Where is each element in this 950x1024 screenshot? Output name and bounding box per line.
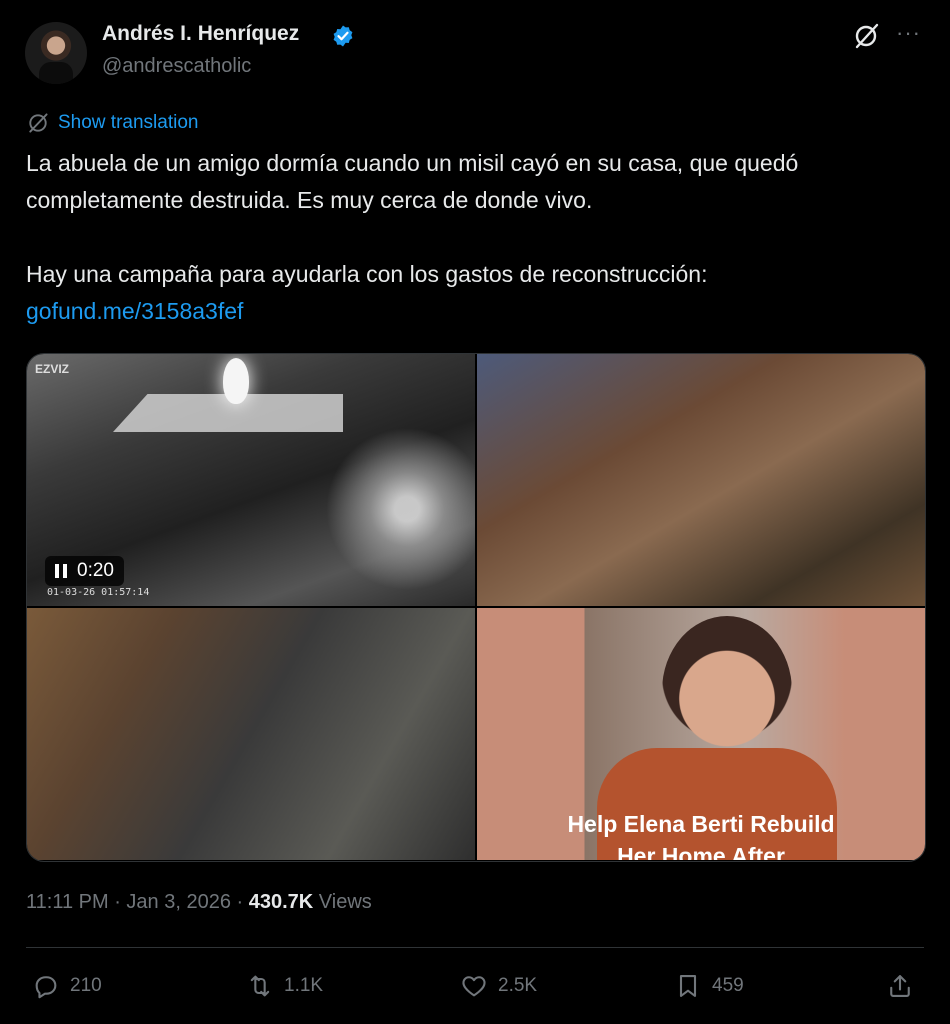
grok-icon[interactable]: [852, 22, 880, 50]
bookmark-count: 459: [712, 975, 744, 996]
media-grid: EZVIZ 0:20 01-03-26 01:57:14 Help Elena …: [26, 353, 926, 862]
more-options-icon[interactable]: ···: [896, 20, 921, 46]
verified-badge-icon: [333, 25, 353, 47]
tweet-paragraph-1: La abuela de un amigo dormía cuando un m…: [26, 150, 799, 213]
show-translation-button[interactable]: Show translation: [26, 111, 198, 135]
reply-count: 210: [70, 975, 102, 996]
bookmark-button[interactable]: 459: [674, 972, 744, 1000]
light-bulb-image: [223, 358, 249, 404]
share-icon: [890, 975, 910, 997]
video-time: 0:20: [77, 560, 114, 581]
divider: [26, 947, 924, 948]
reply-icon: [35, 976, 57, 999]
fundraiser-caption-line-2: Her Home After: [617, 843, 785, 860]
tweet-text: La abuela de un amigo dormía cuando un m…: [26, 145, 906, 330]
camera-timestamp: 01-03-26 01:57:14: [47, 587, 150, 598]
views-count: 430.7K: [248, 891, 314, 913]
show-translation-label: Show translation: [58, 112, 199, 133]
bookmark-icon: [679, 975, 697, 997]
repost-count: 1.1K: [284, 975, 324, 996]
repost-button[interactable]: 1.1K: [246, 972, 323, 1000]
tweet-date[interactable]: Jan 3, 2026: [126, 891, 231, 913]
translate-icon: [29, 113, 48, 133]
pause-icon[interactable]: [55, 564, 67, 578]
damaged-living-room-photo[interactable]: [477, 354, 925, 606]
tweet-time[interactable]: 11:11 PM: [26, 891, 109, 913]
repost-icon: [250, 975, 270, 997]
tweet-meta: 11:11 PM · Jan 3, 2026 · 430.7K Views: [26, 891, 372, 913]
fundraiser-link[interactable]: gofund.me/3158a3fef: [26, 298, 243, 324]
fundraiser-preview-photo[interactable]: Help Elena Berti Rebuild Her Home After: [477, 608, 925, 860]
views-label: Views: [318, 891, 372, 913]
damaged-floor-photo[interactable]: [27, 608, 475, 860]
share-button[interactable]: [886, 972, 914, 1000]
fundraiser-caption: Help Elena Berti Rebuild Her Home After: [477, 808, 925, 860]
avatar[interactable]: [25, 22, 87, 84]
like-button[interactable]: 2.5K: [460, 972, 537, 1000]
heart-icon: [462, 976, 486, 997]
ezviz-logo: EZVIZ: [35, 362, 70, 376]
author-handle[interactable]: @andrescatholic: [102, 55, 251, 78]
security-camera-video[interactable]: EZVIZ 0:20 01-03-26 01:57:14: [27, 354, 475, 606]
reply-button[interactable]: 210: [32, 972, 102, 1000]
author-name[interactable]: Andrés I. Henríquez: [102, 22, 299, 46]
fundraiser-caption-line-1: Help Elena Berti Rebuild: [567, 811, 835, 837]
video-controls[interactable]: 0:20: [45, 556, 124, 586]
woman-portrait: [662, 616, 792, 766]
like-count: 2.5K: [498, 975, 538, 996]
tweet-paragraph-2: Hay una campaña para ayudarla con los ga…: [26, 261, 708, 287]
palm-image: [327, 414, 475, 604]
